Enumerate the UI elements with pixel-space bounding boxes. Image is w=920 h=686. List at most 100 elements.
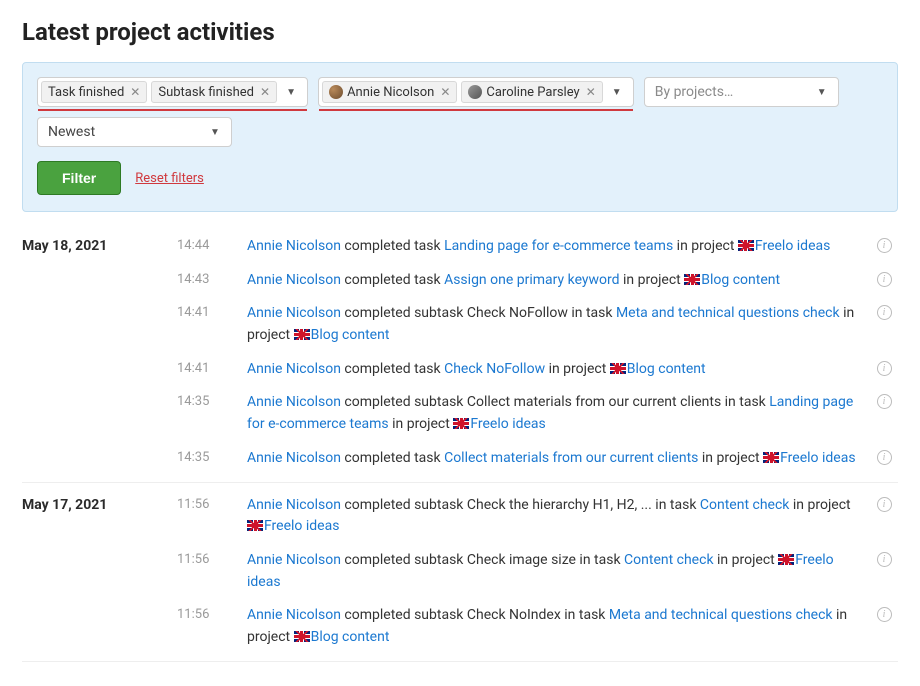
info-icon[interactable]: i	[877, 497, 892, 512]
info-icon[interactable]: i	[877, 607, 892, 622]
entity-link[interactable]: Meta and technical questions check	[616, 305, 840, 321]
info-icon[interactable]: i	[877, 272, 892, 287]
flag-uk-icon	[294, 631, 310, 642]
info-icon[interactable]: i	[877, 238, 892, 253]
entity-link[interactable]: Freelo ideas	[470, 416, 545, 432]
activity-text: Annie Nicolson completed task Collect ma…	[247, 448, 870, 470]
entity-link[interactable]: Content check	[624, 552, 714, 568]
user-link[interactable]: Annie Nicolson	[247, 607, 341, 623]
entity-link[interactable]: Blog content	[627, 361, 706, 377]
close-icon[interactable]: ✕	[258, 86, 272, 98]
activity-time: 14:35	[177, 448, 247, 465]
flag-uk-icon	[778, 554, 794, 565]
chevron-down-icon: ▼	[281, 87, 301, 98]
activity-text-fragment: in project	[673, 238, 738, 254]
activity-time: 14:41	[177, 359, 247, 376]
activity-text-fragment: completed task	[341, 450, 444, 466]
activity-text-fragment: in project	[789, 497, 850, 513]
info-cell: i	[870, 359, 898, 376]
activity-text: Annie Nicolson completed subtask Collect…	[247, 392, 870, 435]
entity-link[interactable]: Collect materials from our current clien…	[444, 450, 698, 466]
entity-link[interactable]: Freelo ideas	[264, 518, 339, 534]
user-link[interactable]: Annie Nicolson	[247, 552, 341, 568]
activity-row: 14:41Annie Nicolson completed subtask Ch…	[22, 297, 898, 352]
avatar	[329, 85, 343, 99]
user-link[interactable]: Annie Nicolson	[247, 497, 341, 513]
info-cell: i	[870, 550, 898, 567]
entity-link[interactable]: Blog content	[311, 629, 390, 645]
info-cell: i	[870, 270, 898, 287]
page-title: Latest project activities	[22, 18, 898, 46]
entity-link[interactable]: Check NoFollow	[444, 361, 545, 377]
entity-link[interactable]: Freelo ideas	[755, 238, 830, 254]
entity-link[interactable]: Blog content	[311, 327, 390, 343]
sort-select[interactable]: Newest ▼	[37, 117, 232, 147]
activity-list: May 18, 202114:44Annie Nicolson complete…	[22, 230, 898, 662]
chip-label: Task finished	[48, 85, 124, 100]
activity-row: 11:56Annie Nicolson completed subtask Ch…	[22, 599, 898, 654]
user-link[interactable]: Annie Nicolson	[247, 305, 341, 321]
entity-link[interactable]: Meta and technical questions check	[609, 607, 833, 623]
close-icon[interactable]: ✕	[584, 86, 598, 98]
activity-time: 14:44	[177, 236, 247, 253]
info-icon[interactable]: i	[877, 361, 892, 376]
activity-text: Annie Nicolson completed task Check NoFo…	[247, 359, 870, 381]
entity-link[interactable]: Blog content	[701, 272, 780, 288]
chip-label: Subtask finished	[158, 85, 254, 100]
user-filter-select[interactable]: Annie Nicolson ✕ Caroline Parsley ✕ ▼	[318, 77, 634, 107]
activity-date	[22, 550, 177, 552]
activity-date	[22, 359, 177, 361]
activity-row: 14:41Annie Nicolson completed task Check…	[22, 353, 898, 387]
info-cell: i	[870, 392, 898, 409]
info-cell: i	[870, 303, 898, 320]
reset-filters-link[interactable]: Reset filters	[135, 171, 204, 186]
activity-time: 14:41	[177, 303, 247, 320]
activity-date: May 17, 2021	[22, 495, 177, 513]
entity-link[interactable]: Landing page for e-commerce teams	[444, 238, 673, 254]
user-link[interactable]: Annie Nicolson	[247, 272, 341, 288]
activity-text-fragment: completed subtask Check NoIndex in task	[341, 607, 609, 623]
info-cell: i	[870, 495, 898, 512]
filter-button[interactable]: Filter	[37, 161, 121, 195]
activity-date	[22, 448, 177, 450]
chevron-down-icon: ▼	[607, 87, 627, 98]
user-link[interactable]: Annie Nicolson	[247, 361, 341, 377]
select-placeholder: By projects…	[655, 84, 734, 100]
activity-time: 11:56	[177, 550, 247, 567]
close-icon[interactable]: ✕	[438, 86, 452, 98]
filter-chip-subtask-finished: Subtask finished ✕	[151, 81, 277, 103]
info-icon[interactable]: i	[877, 552, 892, 567]
user-link[interactable]: Annie Nicolson	[247, 450, 341, 466]
flag-uk-icon	[610, 363, 626, 374]
activity-text: Annie Nicolson completed task Landing pa…	[247, 236, 870, 258]
entity-link[interactable]: Freelo ideas	[780, 450, 855, 466]
activity-day-block: May 18, 202114:44Annie Nicolson complete…	[22, 230, 898, 483]
user-link[interactable]: Annie Nicolson	[247, 238, 341, 254]
info-icon[interactable]: i	[877, 394, 892, 409]
chevron-down-icon: ▼	[812, 87, 832, 98]
entity-link[interactable]: Assign one primary keyword	[444, 272, 619, 288]
user-link[interactable]: Annie Nicolson	[247, 394, 341, 410]
type-filter-select[interactable]: Task finished ✕ Subtask finished ✕ ▼	[37, 77, 308, 107]
entity-link[interactable]: Content check	[700, 497, 790, 513]
activity-date	[22, 270, 177, 272]
project-filter-select[interactable]: By projects… ▼	[644, 77, 839, 107]
activity-date	[22, 392, 177, 394]
info-cell: i	[870, 448, 898, 465]
activity-text-fragment: in project	[714, 552, 779, 568]
activity-text-fragment: in project	[545, 361, 610, 377]
activity-row: May 17, 202111:56Annie Nicolson complete…	[22, 489, 898, 544]
close-icon[interactable]: ✕	[128, 86, 142, 98]
activity-text-fragment: completed task	[341, 272, 444, 288]
activity-date: May 18, 2021	[22, 236, 177, 254]
chevron-down-icon: ▼	[205, 127, 225, 138]
info-icon[interactable]: i	[877, 450, 892, 465]
activity-text-fragment: in project	[389, 416, 454, 432]
flag-uk-icon	[453, 418, 469, 429]
activity-text: Annie Nicolson completed subtask Check N…	[247, 303, 870, 346]
info-icon[interactable]: i	[877, 305, 892, 320]
activity-date	[22, 303, 177, 305]
filter-panel: Task finished ✕ Subtask finished ✕ ▼ Ann…	[22, 62, 898, 212]
activity-row: 14:35Annie Nicolson completed subtask Co…	[22, 386, 898, 441]
activity-row: 14:35Annie Nicolson completed task Colle…	[22, 442, 898, 476]
